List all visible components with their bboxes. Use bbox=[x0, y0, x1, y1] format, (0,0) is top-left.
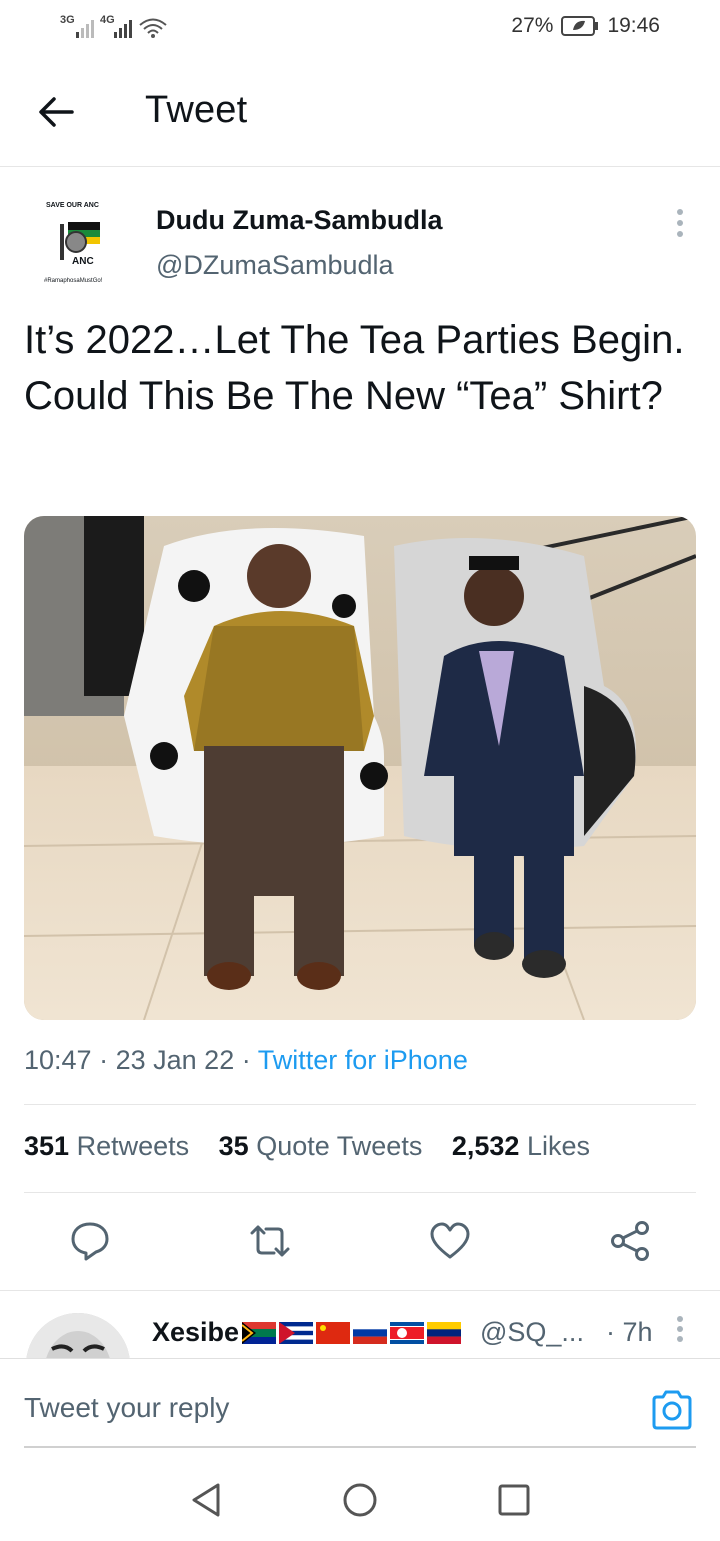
signal-4g-label: 4G bbox=[100, 14, 115, 26]
system-navigation-bar bbox=[0, 1460, 720, 1541]
flag-north-korea-icon bbox=[390, 1321, 425, 1344]
retweets-stat[interactable]: 351 Retweets bbox=[24, 1131, 189, 1161]
like-icon[interactable] bbox=[428, 1219, 472, 1263]
signal-bars-icon bbox=[114, 20, 132, 38]
reply-preview[interactable]: Xesibe @SQ_... · 7h bbox=[0, 1290, 720, 1359]
signal-bars-icon bbox=[76, 20, 94, 38]
reply-input[interactable]: Tweet your reply bbox=[24, 1392, 229, 1424]
quotes-label: Quote Tweets bbox=[256, 1131, 423, 1161]
quotes-count: 35 bbox=[218, 1131, 249, 1161]
retweet-icon[interactable] bbox=[248, 1219, 292, 1263]
tweet-meta: 10:47 · 23 Jan 22 · Twitter for iPhone bbox=[24, 1045, 468, 1076]
likes-count: 2,532 bbox=[451, 1131, 520, 1161]
author-name[interactable]: Dudu Zuma-Sambudla bbox=[156, 205, 443, 236]
divider bbox=[24, 1104, 696, 1105]
clock-time: 19:46 bbox=[607, 14, 660, 37]
battery-percent: 27% bbox=[511, 14, 554, 37]
camera-icon[interactable] bbox=[650, 1388, 694, 1432]
status-right: 27% 19:46 bbox=[511, 14, 660, 38]
avatar-logo-label: ANC bbox=[72, 256, 94, 267]
tweet-source-link[interactable]: Twitter for iPhone bbox=[258, 1045, 468, 1075]
reply-avatar[interactable] bbox=[26, 1313, 130, 1359]
more-vertical-icon[interactable] bbox=[672, 1315, 688, 1343]
top-app-bar: Tweet bbox=[0, 56, 720, 167]
avatar-caption-bottom: #RamaphosaMustGo! bbox=[44, 278, 103, 284]
meta-separator: · bbox=[99, 1045, 109, 1075]
reply-input-underline bbox=[24, 1446, 696, 1448]
reply-icon[interactable] bbox=[68, 1219, 112, 1263]
quote-tweets-stat[interactable]: 35 Quote Tweets bbox=[219, 1131, 423, 1161]
signal-3g-label: 3G bbox=[60, 14, 75, 26]
more-vertical-icon[interactable] bbox=[672, 208, 688, 238]
page-title: Tweet bbox=[145, 89, 248, 131]
flag-south-africa-icon bbox=[242, 1321, 277, 1344]
nav-home-icon[interactable] bbox=[340, 1480, 380, 1520]
flag-cuba-icon bbox=[279, 1321, 314, 1344]
reply-author-name[interactable]: Xesibe bbox=[152, 1317, 462, 1348]
avatar-caption-top: SAVE OUR ANC bbox=[46, 202, 99, 209]
retweets-label: Retweets bbox=[76, 1131, 190, 1161]
flag-china-icon bbox=[316, 1321, 351, 1344]
nav-back-icon[interactable] bbox=[186, 1480, 226, 1520]
share-icon[interactable] bbox=[608, 1219, 652, 1263]
reply-author-handle[interactable]: @SQ_... bbox=[480, 1317, 584, 1348]
photo-illustration bbox=[24, 516, 696, 1020]
likes-label: Likes bbox=[526, 1131, 590, 1161]
back-arrow-icon[interactable] bbox=[34, 90, 78, 134]
tweet-time: 10:47 bbox=[24, 1045, 92, 1075]
divider bbox=[24, 1192, 696, 1193]
tweet-text: It’s 2022…Let The Tea Parties Begin. Cou… bbox=[24, 318, 685, 418]
tweet-stats: 351 Retweets 35 Quote Tweets 2,532 Likes bbox=[24, 1131, 612, 1162]
nav-recents-icon[interactable] bbox=[494, 1480, 534, 1520]
author-avatar[interactable]: SAVE OUR ANC ANC #RamaphosaMustGo! bbox=[24, 186, 134, 296]
reply-avatar-image bbox=[26, 1313, 130, 1359]
likes-stat[interactable]: 2,532 Likes bbox=[452, 1131, 590, 1161]
tweet-photo[interactable] bbox=[24, 516, 696, 1020]
flag-venezuela-icon bbox=[427, 1321, 462, 1344]
status-bar: 3G 4G 27% 19:46 bbox=[0, 0, 720, 56]
author-handle[interactable]: @DZumaSambudla bbox=[156, 250, 394, 281]
reply-time: · 7h bbox=[606, 1317, 653, 1347]
meta-separator: · bbox=[241, 1045, 251, 1075]
flag-russia-icon bbox=[353, 1321, 388, 1344]
reply-name-text: Xesibe bbox=[152, 1317, 240, 1347]
battery-icon bbox=[561, 16, 599, 36]
wifi-icon bbox=[139, 18, 167, 38]
retweets-count: 351 bbox=[24, 1131, 70, 1161]
tweet-date: 23 Jan 22 bbox=[115, 1045, 235, 1075]
